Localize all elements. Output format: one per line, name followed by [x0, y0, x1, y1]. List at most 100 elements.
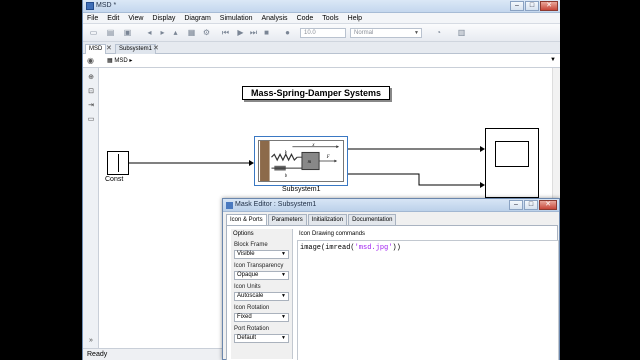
command-string: 'msd.jpg'	[354, 244, 393, 252]
menu-analysis[interactable]: Analysis	[257, 13, 292, 23]
icon-units-label: Icon Units	[234, 284, 261, 290]
menu-simulation[interactable]: Simulation	[216, 13, 258, 23]
spring-label: k	[285, 150, 288, 155]
chevron-down-icon[interactable]: ▼	[550, 57, 556, 63]
icon-rotation-label: Icon Rotation	[234, 305, 270, 311]
icon-units-value: Autoscale	[237, 293, 264, 299]
wall-icon	[260, 141, 270, 181]
arrow-icon[interactable]: ⇥	[86, 101, 96, 111]
chevron-down-icon: ▼	[281, 293, 286, 299]
forward-icon[interactable]: ▸	[157, 27, 168, 38]
tab-label: Subsystem1	[119, 46, 153, 52]
stop-icon[interactable]: ■	[261, 27, 272, 38]
scope-screen-icon	[495, 141, 529, 167]
window-title: MSD *	[96, 2, 117, 9]
run-icon[interactable]: ▶	[235, 27, 246, 38]
breadcrumb-model: MSD	[114, 58, 128, 64]
port-rotation-value: Default	[237, 335, 257, 341]
minimize-button[interactable]: –	[509, 200, 523, 210]
tab-initialization[interactable]: Initialization	[307, 214, 348, 225]
expand-palette-icon[interactable]: »	[86, 336, 96, 346]
mask-editor-dialog: Mask Editor : Subsystem1 – □ ✕ Icon & Po…	[222, 198, 560, 360]
save-icon[interactable]: ▣	[122, 27, 133, 38]
minimize-button[interactable]: –	[510, 1, 524, 11]
menu-diagram[interactable]: Diagram	[180, 13, 215, 23]
new-model-icon[interactable]: ▭	[88, 27, 99, 38]
icon-transparency-value: Opaque	[237, 272, 259, 278]
tab-documentation[interactable]: Documentation	[348, 214, 397, 225]
status-text: Ready	[87, 351, 108, 358]
close-tab-icon[interactable]: ✕	[153, 44, 159, 53]
close-button[interactable]: ✕	[540, 1, 558, 11]
menu-display[interactable]: Display	[148, 13, 180, 23]
chevron-down-icon: ▼	[414, 30, 419, 36]
grid-icon[interactable]: ▥	[456, 27, 467, 38]
mask-editor-title: Mask Editor : Subsystem1	[235, 201, 317, 208]
model-tabs: MSD ✕ Subsystem1 ✕	[83, 42, 560, 54]
icon-rotation-value: Fixed	[237, 314, 252, 320]
options-header: Options	[233, 231, 254, 237]
icon-transparency-label: Icon Transparency	[234, 263, 284, 269]
tab-msd[interactable]: MSD	[85, 44, 107, 54]
tab-icon-ports[interactable]: Icon & Ports	[226, 214, 267, 225]
model-config-icon[interactable]: ⚙	[201, 27, 212, 38]
command-function: image(imread(	[300, 244, 355, 252]
subsystem-label[interactable]: Subsystem1	[282, 186, 321, 193]
stop-time-field[interactable]: 10.0	[300, 28, 346, 38]
up-icon[interactable]: ▴	[170, 27, 181, 38]
step-forward-icon[interactable]: ⏭	[248, 27, 259, 38]
constant-label[interactable]: Const	[105, 176, 123, 183]
block-frame-select[interactable]: Visible ▼	[234, 250, 289, 259]
build-icon[interactable]: ◔	[433, 27, 444, 38]
tab-label: MSD	[89, 46, 103, 52]
back-icon[interactable]: ◂	[144, 27, 155, 38]
menu-code[interactable]: Code	[293, 13, 319, 23]
port-rotation-select[interactable]: Default ▼	[234, 334, 289, 343]
chevron-down-icon: ▼	[281, 335, 286, 341]
record-icon[interactable]: ●	[282, 27, 293, 38]
fit-view-icon[interactable]: ⊡	[86, 87, 96, 97]
sim-mode-value: Normal	[354, 30, 374, 36]
icon-units-select[interactable]: Autoscale ▼	[234, 292, 289, 301]
signal-line[interactable]	[348, 173, 480, 186]
zoom-icon[interactable]: ⊕	[86, 73, 96, 83]
chevron-down-icon: ▼	[281, 272, 286, 278]
maximize-button[interactable]: □	[525, 1, 539, 11]
address-bar: ◉ ▦ MSD ▸ ▼	[83, 54, 560, 68]
tab-subsystem1[interactable]: Subsystem1	[115, 44, 157, 54]
damper-label: b	[285, 174, 288, 179]
mass-label: m	[308, 160, 312, 165]
block-frame-label: Block Frame	[234, 242, 268, 248]
breadcrumb[interactable]: ▦ MSD ▸	[107, 57, 132, 64]
library-browser-icon[interactable]: ▦	[186, 27, 197, 38]
menu-help[interactable]: Help	[344, 13, 367, 23]
icon-rotation-select[interactable]: Fixed ▼	[234, 313, 289, 322]
menu-bar: File Edit View Display Diagram Simulatio…	[83, 13, 560, 24]
icon-transparency-select[interactable]: Opaque ▼	[234, 271, 289, 280]
menu-tools[interactable]: Tools	[318, 13, 343, 23]
tab-parameters[interactable]: Parameters	[267, 214, 307, 225]
scope-block[interactable]	[485, 128, 539, 198]
title-bar[interactable]: MSD * – □ ✕	[83, 0, 560, 13]
mask-editor-app-icon	[226, 202, 233, 209]
open-icon[interactable]: ▤	[105, 27, 116, 38]
constant-block[interactable]	[107, 151, 129, 175]
chevron-down-icon: ▼	[281, 251, 286, 257]
simulink-app-icon	[86, 2, 94, 10]
mask-editor-title-bar[interactable]: Mask Editor : Subsystem1 – □ ✕	[223, 199, 559, 212]
stop-time-value: 10.0	[304, 30, 316, 36]
menu-view[interactable]: View	[124, 13, 148, 23]
msd-image: m k b x F	[258, 140, 344, 182]
close-tab-icon[interactable]: ✕	[106, 44, 112, 53]
port-rotation-label: Port Rotation	[234, 326, 270, 332]
menu-file[interactable]: File	[83, 13, 103, 23]
close-button[interactable]: ✕	[539, 200, 557, 210]
hide-browser-icon[interactable]: ◉	[87, 56, 94, 65]
step-back-icon[interactable]: ⏮	[220, 27, 231, 38]
maximize-button[interactable]: □	[524, 200, 538, 210]
annotation-icon[interactable]: ▭	[86, 115, 96, 125]
sim-mode-select[interactable]: Normal ▼	[350, 28, 422, 38]
menu-edit[interactable]: Edit	[103, 13, 124, 23]
icon-commands-editor[interactable]: image(imread('msd.jpg'))	[297, 240, 559, 360]
subsystem-block[interactable]: m k b x F	[254, 136, 348, 186]
